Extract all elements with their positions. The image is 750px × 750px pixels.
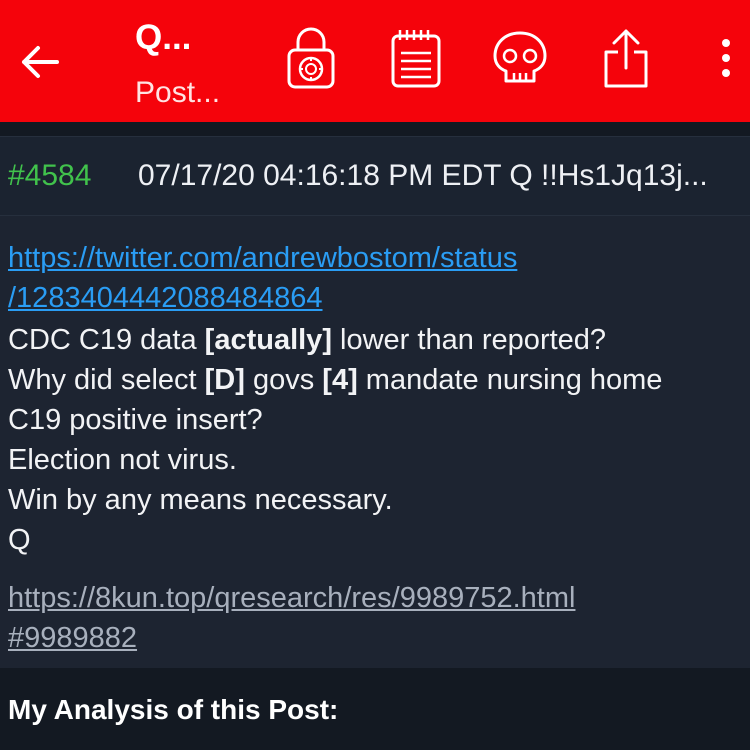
skull-icon[interactable]: [488, 24, 552, 92]
message-line: Win by any means necessary.: [8, 484, 393, 516]
message-line: Election not virus.: [8, 444, 237, 476]
share-icon[interactable]: [594, 24, 658, 92]
message-line: Q: [8, 524, 31, 556]
source-link[interactable]: https://8kun.top/qresearch/res/9989752.h…: [8, 578, 575, 658]
more-vert-icon[interactable]: [694, 24, 750, 92]
post-header: #4584 07/17/20 04:16:18 PM EDT Q !!Hs1Jq…: [0, 136, 750, 216]
source-link-line2[interactable]: #9989882: [8, 618, 575, 658]
toolbar-titles: Q... Post...: [135, 18, 220, 111]
source-link-line1[interactable]: https://8kun.top/qresearch/res/9989752.h…: [8, 578, 575, 618]
message-line: Why did select [D] govs [4] mandate nurs…: [8, 364, 663, 396]
twitter-link-line1[interactable]: https://twitter.com/andrewbostom/status: [8, 242, 517, 274]
post-message: CDC C19 data [actually] lower than repor…: [8, 320, 662, 560]
message-line: CDC C19 data [actually] lower than repor…: [8, 324, 607, 356]
twitter-link-line2[interactable]: /1283404442088484864: [8, 278, 517, 318]
analysis-heading: My Analysis of this Post:: [8, 694, 339, 725]
message-line: C19 positive insert?: [8, 404, 263, 436]
post-body: https://twitter.com/andrewbostom/status …: [0, 216, 750, 668]
app-toolbar: Q... Post...: [0, 0, 750, 122]
twitter-link[interactable]: https://twitter.com/andrewbostom/status …: [8, 238, 517, 318]
notepad-icon[interactable]: [384, 24, 448, 92]
post-panel: #4584 07/17/20 04:16:18 PM EDT Q !!Hs1Jq…: [0, 122, 750, 750]
toolbar-title: Q...: [135, 18, 192, 57]
post-meta: 07/17/20 04:16:18 PM EDT Q !!Hs1Jq13j...: [138, 159, 708, 192]
padlock-icon[interactable]: [279, 24, 343, 92]
post-number[interactable]: #4584: [8, 159, 91, 193]
back-arrow-icon[interactable]: [18, 40, 62, 84]
toolbar-subtitle: Post...: [135, 76, 221, 109]
